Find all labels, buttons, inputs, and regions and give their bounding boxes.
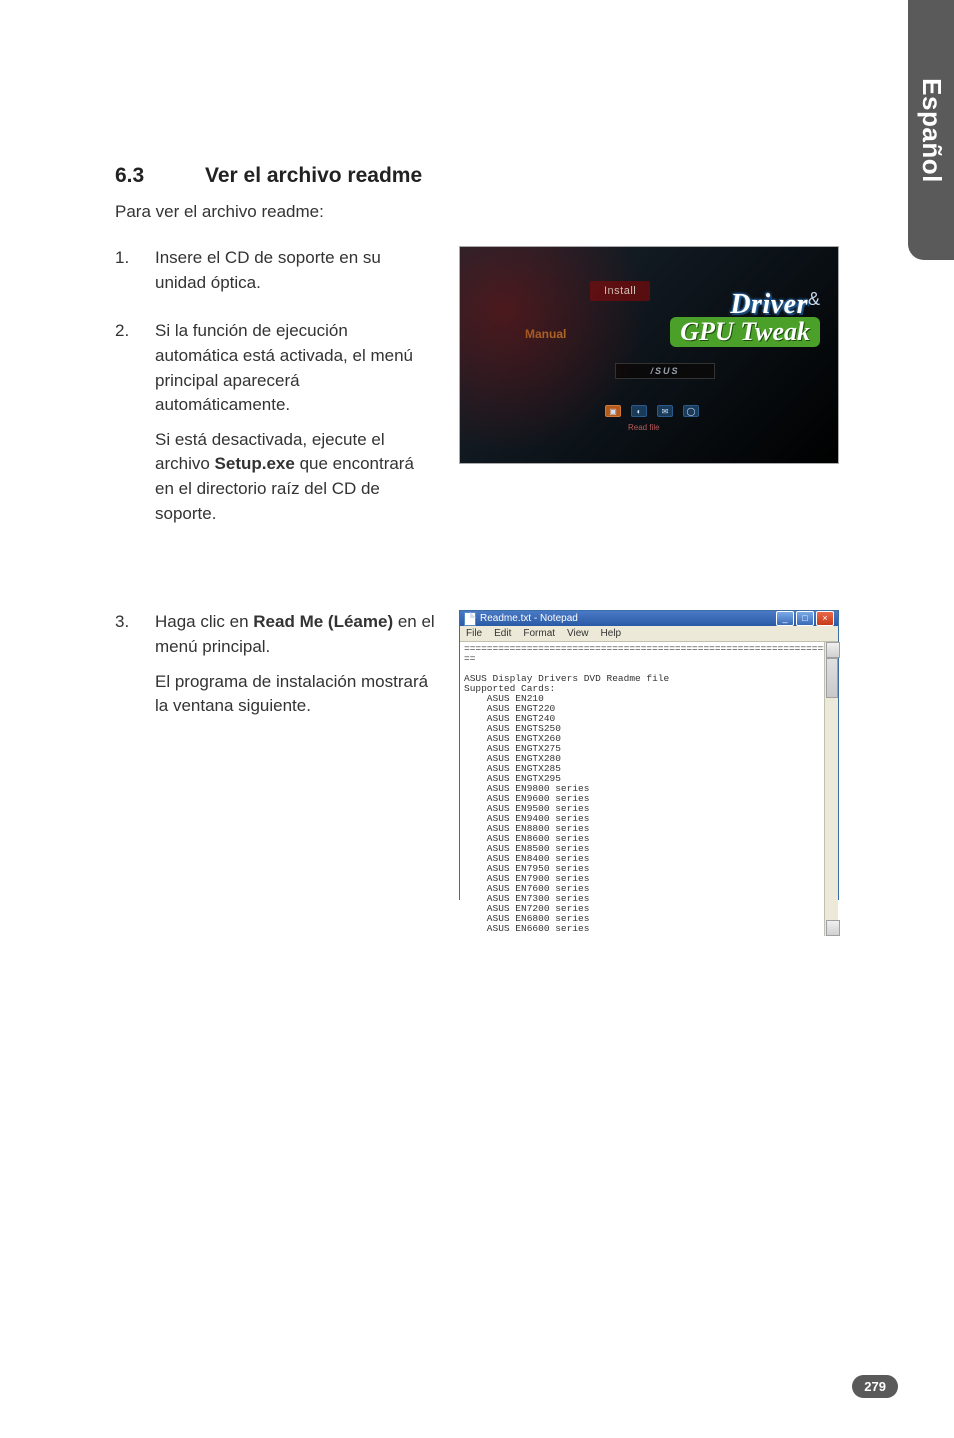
step-body: Si la función de ejecución automática es… bbox=[155, 319, 435, 536]
menu-item: Format bbox=[523, 628, 555, 639]
read-file-link: Read file bbox=[628, 423, 660, 432]
mini-btn-icon: ◐ bbox=[631, 405, 647, 417]
installer-button-row: ▣ ◐ ✉ ◯ bbox=[605, 405, 699, 417]
step-number: 1. bbox=[115, 246, 155, 305]
language-label: Español bbox=[916, 78, 947, 183]
section-heading: 6.3Ver el archivo readme bbox=[115, 164, 855, 188]
mini-btn-icon: ✉ bbox=[657, 405, 673, 417]
window-buttons: _ □ × bbox=[776, 611, 834, 626]
notepad-menubar: File Edit Format View Help bbox=[460, 626, 838, 642]
step-body: Haga clic en Read Me (Léame) en el menú … bbox=[155, 610, 435, 729]
step-number: 3. bbox=[115, 610, 155, 729]
close-icon: × bbox=[816, 611, 834, 626]
steps-row-2: 3. Haga clic en Read Me (Léame) en el me… bbox=[115, 610, 855, 900]
main-content: 6.3Ver el archivo readme Para ver el arc… bbox=[115, 164, 855, 936]
install-button: Install bbox=[590, 281, 650, 301]
intro-text: Para ver el archivo readme: bbox=[115, 202, 855, 222]
maximize-icon: □ bbox=[796, 611, 814, 626]
page-number: 279 bbox=[864, 1379, 886, 1394]
menu-item: File bbox=[466, 628, 482, 639]
menu-item: Help bbox=[601, 628, 622, 639]
window-title: Readme.txt - Notepad bbox=[480, 613, 578, 624]
mini-btn-icon: ▣ bbox=[605, 405, 621, 417]
step-para: El programa de instalación mostrará la v… bbox=[155, 670, 435, 719]
step-number: 2. bbox=[115, 319, 155, 536]
step-3: 3. Haga clic en Read Me (Léame) en el me… bbox=[115, 610, 435, 729]
step-1: 1. Insere el CD de soporte en su unidad … bbox=[115, 246, 435, 305]
step-para: Haga clic en Read Me (Léame) en el menú … bbox=[155, 610, 435, 659]
scrollbar bbox=[824, 642, 838, 935]
asus-logo-bar: /SUS bbox=[615, 363, 715, 379]
text-column-1: 1. Insere el CD de soporte en su unidad … bbox=[115, 246, 435, 550]
driver-text: Driver bbox=[730, 289, 808, 320]
image-column-1: Install Manual Driver& GPU Tweak /SUS ▣ … bbox=[459, 246, 855, 464]
notepad-icon bbox=[464, 612, 476, 626]
notepad-body: ========================================… bbox=[460, 642, 824, 935]
minimize-icon: _ bbox=[776, 611, 794, 626]
step-body: Insere el CD de soporte en su unidad ópt… bbox=[155, 246, 435, 305]
gpu-tweak-text: GPU Tweak bbox=[670, 317, 820, 347]
steps-row-1: 1. Insere el CD de soporte en su unidad … bbox=[115, 246, 855, 550]
step-para: Si la función de ejecución automática es… bbox=[155, 319, 435, 418]
section-title: Ver el archivo readme bbox=[205, 164, 422, 187]
notepad-screenshot: Readme.txt - Notepad _ □ × File Edit For… bbox=[459, 610, 839, 900]
driver-wordmark: Driver& GPU Tweak bbox=[670, 289, 820, 347]
step-2: 2. Si la función de ejecución automática… bbox=[115, 319, 435, 536]
mini-btn-icon: ◯ bbox=[683, 405, 699, 417]
scrollbar-thumb bbox=[826, 658, 838, 698]
language-side-tab: Español bbox=[908, 0, 954, 260]
image-column-2: Readme.txt - Notepad _ □ × File Edit For… bbox=[459, 610, 855, 900]
ampersand: & bbox=[808, 289, 820, 309]
page-number-badge: 279 bbox=[852, 1375, 898, 1398]
section-number: 6.3 bbox=[115, 164, 205, 188]
manual-link: Manual bbox=[525, 327, 566, 341]
text-column-2: 3. Haga clic en Read Me (Léame) en el me… bbox=[115, 610, 435, 743]
menu-item: View bbox=[567, 628, 589, 639]
notepad-titlebar: Readme.txt - Notepad _ □ × bbox=[460, 611, 838, 626]
notepad-body-wrap: ========================================… bbox=[460, 642, 838, 935]
menu-item: Edit bbox=[494, 628, 511, 639]
titlebar-left: Readme.txt - Notepad bbox=[464, 612, 578, 626]
step-para: Insere el CD de soporte en su unidad ópt… bbox=[155, 246, 435, 295]
installer-screenshot: Install Manual Driver& GPU Tweak /SUS ▣ … bbox=[459, 246, 839, 464]
step-para: Si está desactivada, ejecute el archivo … bbox=[155, 428, 435, 527]
